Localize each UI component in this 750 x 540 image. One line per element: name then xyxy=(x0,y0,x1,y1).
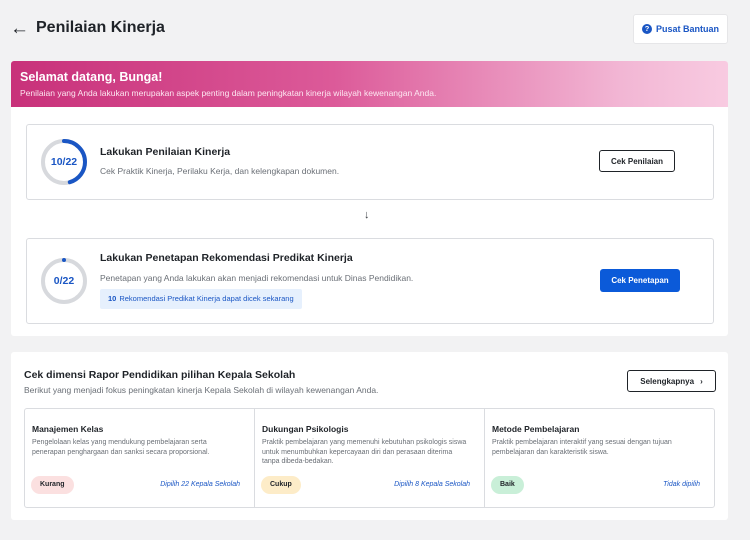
dimension-name: Dukungan Psikologis xyxy=(262,424,349,434)
dimension-description: Pengelolaan kelas yang mendukung pembela… xyxy=(32,439,210,456)
top-bar: ← Penilaian Kinerja ? Pusat Bantuan xyxy=(0,0,750,60)
status-badge: Kurang xyxy=(31,476,74,494)
step-description: Cek Praktik Kinerja, Perilaku Kerja, dan… xyxy=(100,166,340,176)
help-center-button[interactable]: ? Pusat Bantuan xyxy=(633,14,728,44)
check-determination-button[interactable]: Cek Penetapan xyxy=(600,269,680,292)
welcome-subtitle: Penilaian yang Anda lakukan merupakan as… xyxy=(20,88,437,98)
status-badge: Baik xyxy=(491,476,524,494)
dimension-name: Manajemen Kelas xyxy=(32,424,104,434)
dimension-item: Metode Pembelajaran Praktik pembelajaran… xyxy=(485,409,714,507)
chevron-right-icon: › xyxy=(700,376,703,386)
progress-label: 0/22 xyxy=(53,275,75,287)
question-circle-icon: ? xyxy=(641,24,652,34)
dimension-item: Dukungan Psikologis Praktik pembelajaran… xyxy=(255,409,485,507)
assessment-step: 10/22 Lakukan Penilaian Kinerja Cek Prak… xyxy=(26,124,714,200)
assessment-card: Selamat datang, Bunga! Penilaian yang An… xyxy=(11,61,728,336)
dimension-description: Praktik pembelajaran yang memenuhi kebut… xyxy=(262,439,467,465)
dimension-card: Cek dimensi Rapor Pendidikan pilihan Kep… xyxy=(11,352,728,520)
recommendation-count: 10 xyxy=(108,294,117,303)
page-title: Penilaian Kinerja xyxy=(36,19,165,36)
progress-label: 10/22 xyxy=(50,156,78,168)
progress-ring: 0/22 xyxy=(39,256,89,306)
dimension-description: Praktik pembelajaran interaktif yang ses… xyxy=(492,439,672,456)
dimension-grid: Manajemen Kelas Pengelolaan kelas yang m… xyxy=(24,408,715,508)
check-assessment-button[interactable]: Cek Penilaian xyxy=(599,150,675,172)
dimension-item: Manajemen Kelas Pengelolaan kelas yang m… xyxy=(25,409,255,507)
step-title: Lakukan Penilaian Kinerja xyxy=(100,146,231,158)
recommendation-step: 0/22 Lakukan Penetapan Rekomendasi Predi… xyxy=(26,238,714,324)
dimension-name: Metode Pembelajaran xyxy=(492,424,580,434)
arrow-down-icon: ↓ xyxy=(364,209,370,221)
status-badge: Cukup xyxy=(261,476,301,494)
see-more-label: Selengkapnya xyxy=(640,376,695,386)
dimension-title: Cek dimensi Rapor Pendidikan pilihan Kep… xyxy=(24,369,296,381)
picked-count-link[interactable]: Dipilih 22 Kepala Sekolah xyxy=(160,481,240,488)
arrow-left-icon[interactable]: ← xyxy=(10,18,30,40)
progress-ring: 10/22 xyxy=(39,137,89,187)
picked-count-link[interactable]: Tidak dipilih xyxy=(663,481,700,488)
dimension-subtitle: Berikut yang menjadi fokus peningkatan k… xyxy=(24,385,379,395)
step-description: Penetapan yang Anda lakukan akan menjadi… xyxy=(100,273,414,283)
see-more-button[interactable]: Selengkapnya › xyxy=(627,370,716,392)
help-center-label: Pusat Bantuan xyxy=(655,24,719,34)
welcome-title: Selamat datang, Bunga! xyxy=(20,70,163,84)
welcome-banner: Selamat datang, Bunga! Penilaian yang An… xyxy=(11,61,728,107)
picked-count-link[interactable]: Dipilih 8 Kepala Sekolah xyxy=(394,481,470,488)
recommendation-note-text: Rekomendasi Predikat Kinerja dapat dicek… xyxy=(119,294,294,303)
recommendation-note: 10 Rekomendasi Predikat Kinerja dapat dic… xyxy=(100,289,302,309)
step-title: Lakukan Penetapan Rekomendasi Predikat K… xyxy=(100,252,353,264)
